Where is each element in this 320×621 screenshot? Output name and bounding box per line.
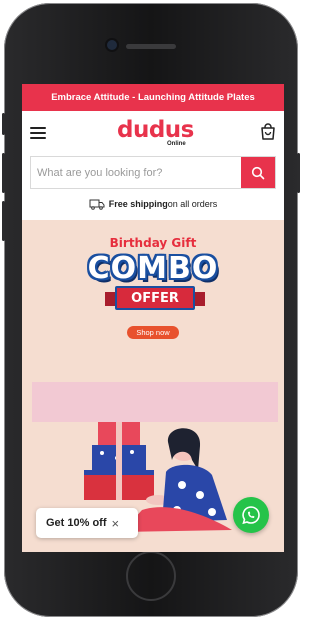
offer-ribbon-text: OFFER: [131, 290, 179, 306]
hero-headline: COMBO: [87, 251, 219, 286]
search-icon: [251, 166, 265, 179]
site-logo[interactable]: dudus Online: [117, 117, 197, 149]
side-button: [2, 201, 5, 241]
logo-subtext: Online: [167, 141, 186, 147]
speaker-grille: [126, 44, 176, 49]
offer-ribbon: OFFER: [105, 286, 205, 310]
whatsapp-button[interactable]: [233, 497, 269, 533]
site-header: dudus Online: [22, 111, 284, 156]
menu-icon[interactable]: [30, 127, 46, 139]
discount-label: Get 10% off: [46, 517, 107, 529]
hero-kicker: Birthday Gift: [109, 236, 197, 250]
shipping-bold-text: Free shipping: [108, 199, 168, 209]
phone-screen: Embrace Attitude - Launching Attitude Pl…: [22, 84, 284, 552]
home-button[interactable]: [126, 551, 176, 601]
cart-icon[interactable]: [259, 123, 277, 141]
side-button: [2, 113, 5, 135]
truck-icon: [89, 199, 105, 210]
side-button: [297, 153, 300, 193]
close-icon[interactable]: ×: [112, 516, 120, 531]
logo-text: dudus: [117, 117, 194, 143]
search-button[interactable]: [241, 157, 275, 188]
promo-card: [32, 382, 278, 422]
whatsapp-icon: [242, 506, 260, 525]
discount-popup[interactable]: Get 10% off ×: [36, 508, 138, 538]
front-camera: [107, 40, 117, 50]
search-input[interactable]: [31, 157, 243, 188]
announcement-bar[interactable]: Embrace Attitude - Launching Attitude Pl…: [22, 84, 284, 111]
shipping-rest-text: on all orders: [167, 199, 218, 209]
shop-now-button[interactable]: Shop now: [127, 326, 179, 339]
shipping-notice: Free shipping on all orders: [22, 194, 284, 214]
side-button: [2, 153, 5, 193]
announcement-text: Embrace Attitude - Launching Attitude Pl…: [51, 92, 255, 103]
search-bar: [30, 156, 276, 189]
